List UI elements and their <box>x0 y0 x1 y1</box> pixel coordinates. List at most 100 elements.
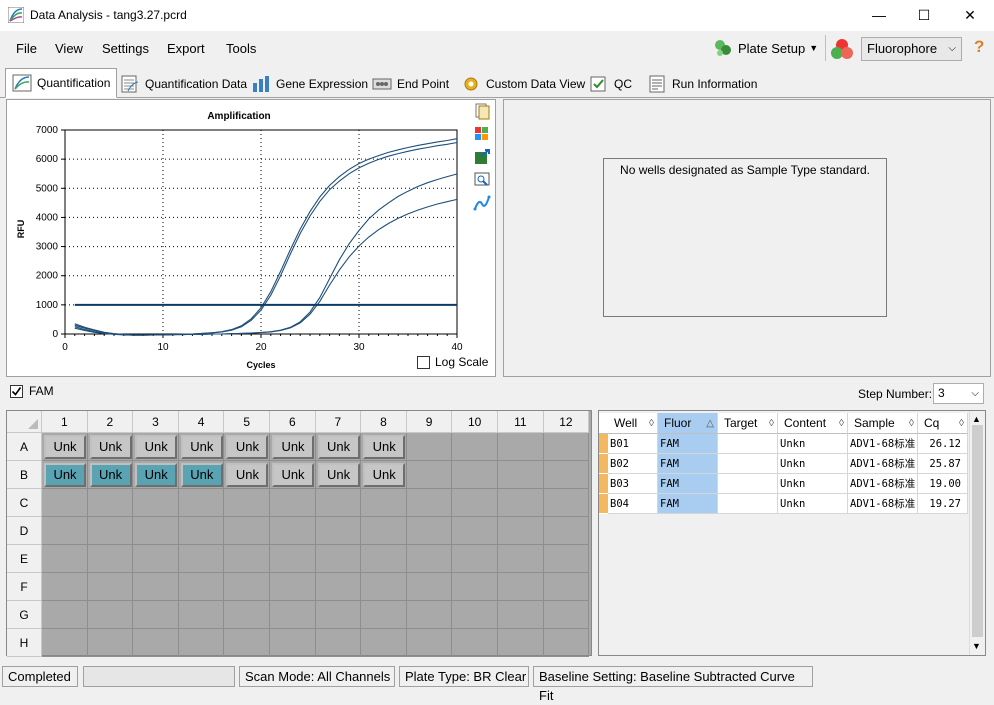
plate-cell[interactable] <box>42 489 88 517</box>
plate-well[interactable]: Unk <box>44 463 86 487</box>
table-cell[interactable]: 25.87 <box>918 454 968 474</box>
plate-cell[interactable] <box>361 545 407 573</box>
plate-row-header[interactable]: G <box>7 601 42 629</box>
menu-export[interactable]: Export <box>167 41 205 56</box>
close-button[interactable]: ✕ <box>947 0 993 31</box>
plate-row-header[interactable]: B <box>7 461 42 489</box>
sort-icon[interactable]: ◊ <box>959 413 964 434</box>
plate-cell[interactable] <box>315 629 362 657</box>
plate-column-header[interactable]: 10 <box>452 411 498 433</box>
plate-cell[interactable] <box>178 545 225 573</box>
plate-cell[interactable] <box>361 601 407 629</box>
table-header[interactable]: Cq ◊ <box>918 413 968 434</box>
tab-gene-expression[interactable]: Gene Expression <box>244 70 375 97</box>
fam-toggle[interactable]: FAM <box>10 384 54 398</box>
plate-cell[interactable] <box>270 545 316 573</box>
table-cell[interactable]: ADV1-68标准 <box>848 494 918 514</box>
plate-well[interactable]: Unk <box>226 463 269 487</box>
table-cell[interactable]: FAM <box>658 454 718 474</box>
menu-settings[interactable]: Settings <box>102 41 149 56</box>
plate-cell[interactable] <box>543 433 590 461</box>
plate-cell[interactable] <box>406 573 453 601</box>
plate-cell[interactable] <box>133 573 179 601</box>
plate-cell[interactable] <box>498 433 544 461</box>
plate-row-header[interactable]: C <box>7 489 42 517</box>
plate-cell[interactable] <box>406 489 453 517</box>
plate-cell[interactable] <box>543 601 590 629</box>
plate-well[interactable]: Unk <box>226 435 269 459</box>
minimize-button[interactable]: — <box>856 0 902 31</box>
menu-tools[interactable]: Tools <box>226 41 256 56</box>
plate-well[interactable]: Unk <box>272 463 314 487</box>
plate-cell[interactable] <box>42 545 88 573</box>
plate-cell[interactable] <box>543 545 590 573</box>
sort-ascending-icon[interactable]: △ <box>706 413 714 434</box>
sort-icon[interactable]: ◊ <box>769 413 774 434</box>
menu-file[interactable]: File <box>16 41 37 56</box>
export-icon[interactable] <box>473 148 491 166</box>
plate-cell[interactable] <box>224 629 270 657</box>
sort-icon[interactable]: ◊ <box>649 413 654 434</box>
plate-well[interactable]: Unk <box>317 463 360 487</box>
table-cell[interactable] <box>718 434 778 454</box>
plate-cell[interactable] <box>361 629 407 657</box>
plate-column-header[interactable]: 9 <box>406 411 453 433</box>
plate-cell[interactable] <box>452 489 498 517</box>
sort-icon[interactable]: ◊ <box>909 413 914 434</box>
tab-run-information[interactable]: Run Information <box>640 70 764 97</box>
chevron-down-icon[interactable]: ▼ <box>809 43 818 53</box>
plate-cell[interactable] <box>178 629 225 657</box>
plate-cell[interactable] <box>361 489 407 517</box>
table-cell[interactable]: ADV1-68标准 <box>848 434 918 454</box>
plate-cell[interactable] <box>498 629 544 657</box>
plate-cell[interactable] <box>543 517 590 545</box>
color-icon[interactable] <box>473 125 491 143</box>
plate-cell[interactable] <box>543 489 590 517</box>
zoom-icon[interactable] <box>473 171 491 189</box>
table-cell[interactable]: Unkn <box>778 474 848 494</box>
table-cell[interactable] <box>718 494 778 514</box>
fam-checkbox[interactable] <box>10 384 23 398</box>
plate-cell[interactable] <box>406 545 453 573</box>
plate-column-header[interactable]: 5 <box>224 411 270 433</box>
plate-cell[interactable] <box>406 461 453 489</box>
help-icon[interactable]: ? <box>974 37 984 57</box>
plate-cell[interactable] <box>133 629 179 657</box>
menu-view[interactable]: View <box>55 41 83 56</box>
plate-cell[interactable] <box>315 517 362 545</box>
plate-cell[interactable] <box>498 573 544 601</box>
plate-cell[interactable] <box>87 489 134 517</box>
row-selector[interactable] <box>599 454 608 474</box>
plate-cell[interactable] <box>315 601 362 629</box>
table-cell[interactable]: B03 <box>608 474 658 494</box>
scroll-up-icon[interactable]: ▲ <box>972 414 981 424</box>
plate-cell[interactable] <box>270 517 316 545</box>
plate-cell[interactable] <box>270 601 316 629</box>
plate-cell[interactable] <box>87 601 134 629</box>
plate-column-header[interactable]: 12 <box>543 411 590 433</box>
tab-qc[interactable]: QC <box>582 70 639 97</box>
table-cell[interactable]: B04 <box>608 494 658 514</box>
plate-well[interactable]: Unk <box>180 463 223 487</box>
maximize-button[interactable]: ☐ <box>901 0 947 31</box>
row-selector[interactable] <box>599 434 608 454</box>
plate-cell[interactable] <box>498 545 544 573</box>
plate-cell[interactable] <box>543 629 590 657</box>
plate-cell[interactable] <box>178 489 225 517</box>
plate-cell[interactable] <box>543 573 590 601</box>
plate-well[interactable]: Unk <box>135 463 178 487</box>
plate-column-header[interactable]: 6 <box>270 411 316 433</box>
table-cell[interactable]: Unkn <box>778 434 848 454</box>
plate-cell[interactable] <box>406 601 453 629</box>
plate-well[interactable]: Unk <box>135 435 178 459</box>
plate-cell[interactable] <box>133 517 179 545</box>
plate-row-header[interactable]: E <box>7 545 42 573</box>
plate-cell[interactable] <box>406 629 453 657</box>
table-cell[interactable]: 26.12 <box>918 434 968 454</box>
plate-cell[interactable] <box>270 489 316 517</box>
plate-well[interactable]: Unk <box>317 435 360 459</box>
plate-cell[interactable] <box>498 517 544 545</box>
plate-cell[interactable] <box>133 489 179 517</box>
table-header[interactable]: Content ◊ <box>778 413 848 434</box>
table-cell[interactable]: 19.00 <box>918 474 968 494</box>
